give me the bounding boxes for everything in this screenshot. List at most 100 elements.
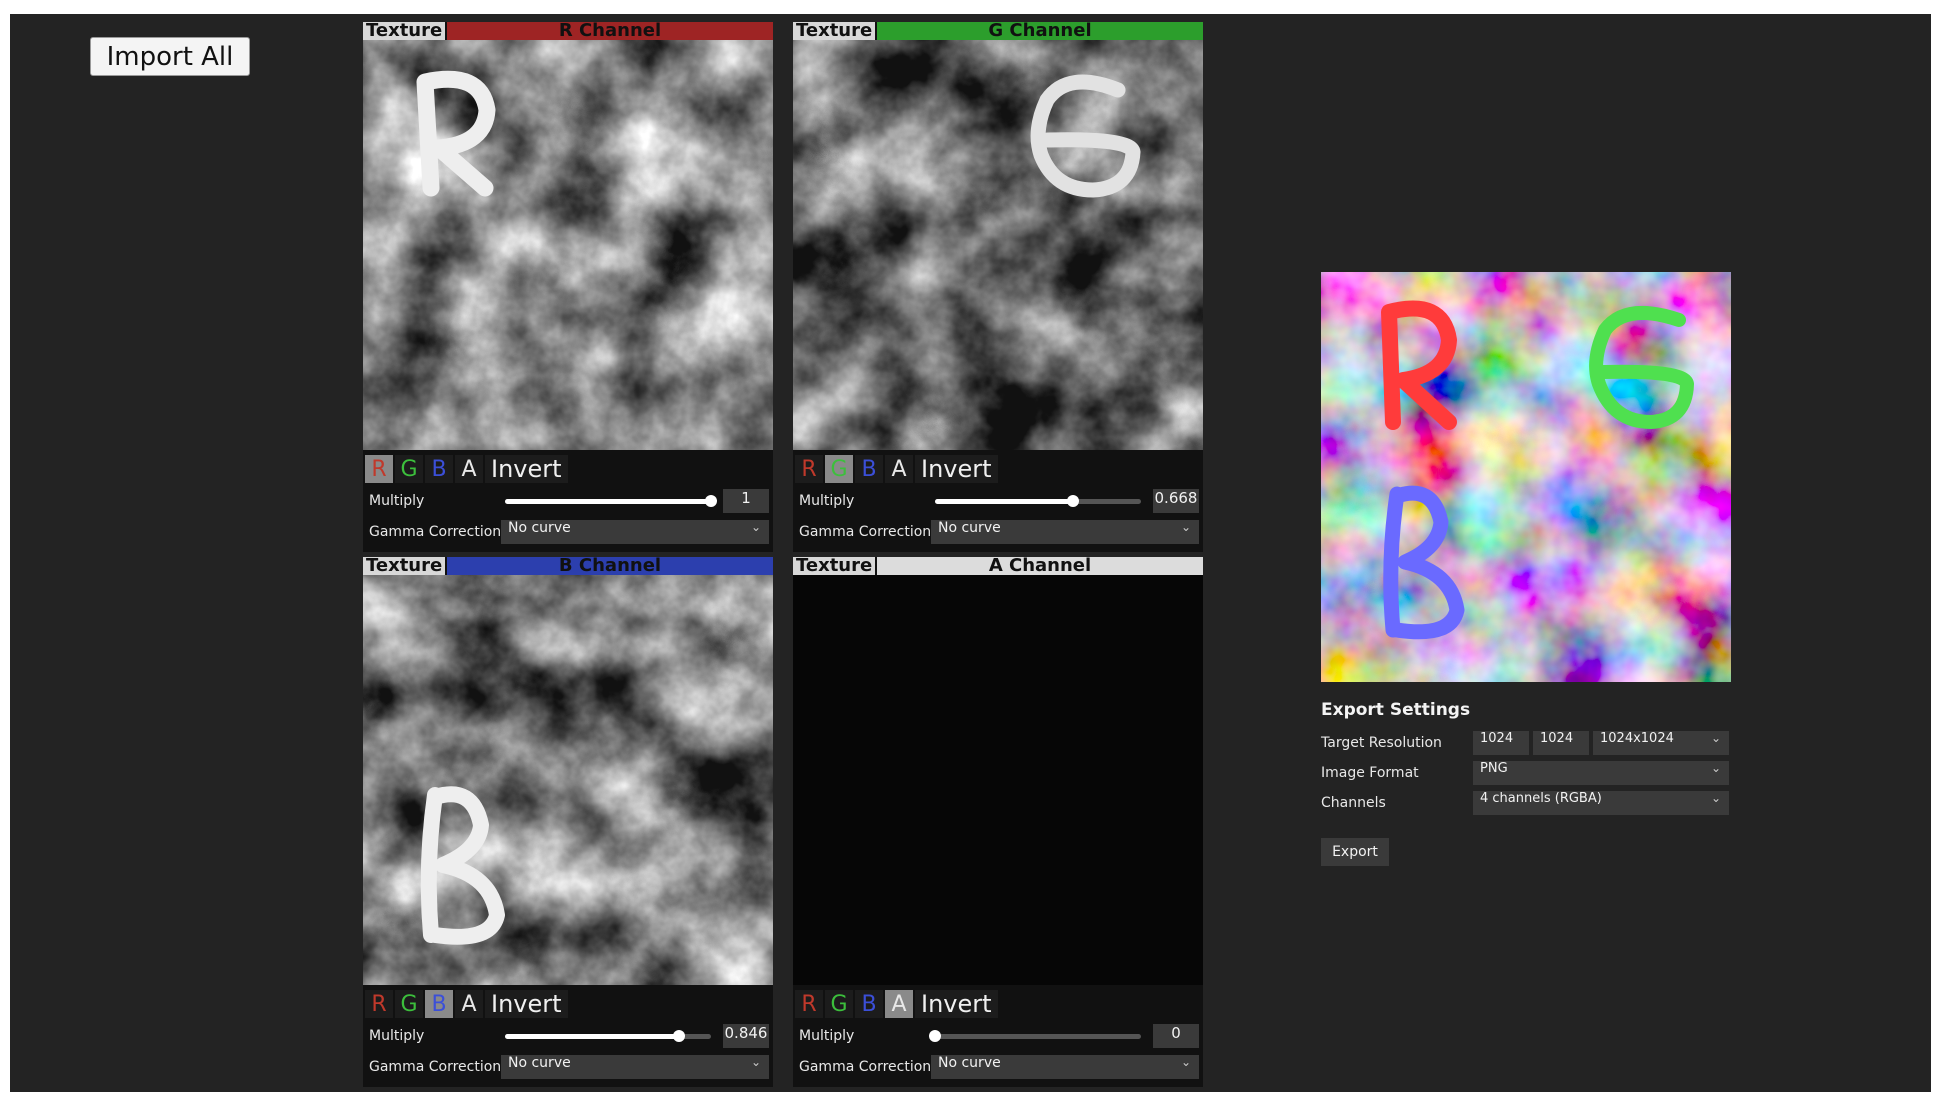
- combined-preview: [1321, 272, 1731, 682]
- toggle-b-button[interactable]: B: [855, 990, 883, 1018]
- multiply-slider-knob[interactable]: [705, 495, 717, 507]
- channel-panel-a: Texture A Channel R G B A Invert Multipl…: [793, 557, 1203, 1087]
- export-button[interactable]: Export: [1321, 838, 1389, 866]
- multiply-slider-fill: [935, 499, 1073, 504]
- toggle-g-button[interactable]: G: [825, 990, 853, 1018]
- panel-header: Texture R Channel: [363, 22, 773, 40]
- chevron-down-icon: ⌄: [1180, 1055, 1191, 1069]
- channel-toggle-row: R G B A Invert: [795, 455, 998, 483]
- toggle-a-button[interactable]: A: [885, 990, 913, 1018]
- resolution-preset-select[interactable]: 1024x1024 ⌄: [1593, 731, 1729, 755]
- toggle-b-button[interactable]: B: [425, 455, 453, 483]
- channel-toggle-row: R G B A Invert: [365, 990, 568, 1018]
- multiply-row: Multiply 0.846: [363, 1023, 773, 1049]
- channel-label: G Channel: [877, 22, 1203, 40]
- gamma-label: Gamma Correction: [799, 1059, 932, 1075]
- texture-label: Texture: [363, 22, 445, 40]
- channels-value: 4 channels (RGBA): [1480, 791, 1602, 806]
- multiply-slider[interactable]: [935, 495, 1141, 507]
- gamma-label: Gamma Correction: [799, 524, 932, 540]
- toggle-r-button[interactable]: R: [365, 455, 393, 483]
- invert-button[interactable]: Invert: [915, 990, 998, 1018]
- multiply-value-field[interactable]: 0: [1153, 1024, 1199, 1048]
- multiply-row: Multiply 0: [793, 1023, 1203, 1049]
- resolution-preset-value: 1024x1024: [1600, 731, 1674, 746]
- chevron-down-icon: ⌄: [1710, 791, 1721, 805]
- gamma-label: Gamma Correction: [369, 524, 502, 540]
- gamma-row: Gamma Correction No curve ⌄: [363, 519, 773, 545]
- toggle-r-button[interactable]: R: [365, 990, 393, 1018]
- multiply-slider[interactable]: [505, 495, 717, 507]
- texture-preview-g[interactable]: [793, 40, 1203, 450]
- image-format-label: Image Format: [1321, 765, 1419, 781]
- gamma-select[interactable]: No curve ⌄: [501, 1055, 769, 1079]
- invert-button[interactable]: Invert: [915, 455, 998, 483]
- gamma-select-value: No curve: [508, 1055, 571, 1071]
- chevron-down-icon: ⌄: [750, 1055, 761, 1069]
- target-resolution-label: Target Resolution: [1321, 735, 1442, 751]
- gamma-select[interactable]: No curve ⌄: [931, 520, 1199, 544]
- toggle-g-button[interactable]: G: [395, 455, 423, 483]
- multiply-slider-fill: [505, 499, 711, 504]
- texture-label: Texture: [793, 22, 875, 40]
- gamma-label: Gamma Correction: [369, 1059, 502, 1075]
- chevron-down-icon: ⌄: [1180, 520, 1191, 534]
- texture-label: Texture: [793, 557, 875, 575]
- multiply-value-field[interactable]: 0.668: [1153, 489, 1199, 513]
- channel-panel-r: Texture R Channel R G B A Invert Multipl…: [363, 22, 773, 552]
- gamma-select[interactable]: No curve ⌄: [931, 1055, 1199, 1079]
- panel-header: Texture G Channel: [793, 22, 1203, 40]
- multiply-slider-knob[interactable]: [1066, 495, 1079, 507]
- gamma-select-value: No curve: [938, 1055, 1001, 1071]
- import-all-button[interactable]: Import All: [90, 37, 250, 76]
- invert-button[interactable]: Invert: [485, 990, 568, 1018]
- toggle-b-button[interactable]: B: [425, 990, 453, 1018]
- channel-toggle-row: R G B A Invert: [365, 455, 568, 483]
- panel-header: Texture A Channel: [793, 557, 1203, 575]
- texture-preview-a[interactable]: [793, 575, 1203, 985]
- texture-preview-b[interactable]: [363, 575, 773, 985]
- toggle-g-button[interactable]: G: [825, 455, 853, 483]
- multiply-label: Multiply: [799, 493, 855, 509]
- multiply-row: Multiply 0.668: [793, 488, 1203, 514]
- multiply-label: Multiply: [369, 493, 425, 509]
- multiply-row: Multiply 1: [363, 488, 773, 514]
- gamma-select[interactable]: No curve ⌄: [501, 520, 769, 544]
- toggle-a-button[interactable]: A: [455, 455, 483, 483]
- toggle-a-button[interactable]: A: [885, 455, 913, 483]
- multiply-slider-knob[interactable]: [673, 1030, 686, 1042]
- resolution-width-field[interactable]: 1024: [1473, 731, 1529, 755]
- target-resolution-row: Target Resolution 1024 1024 1024x1024 ⌄: [1321, 730, 1731, 756]
- toggle-r-button[interactable]: R: [795, 455, 823, 483]
- multiply-label: Multiply: [799, 1028, 855, 1044]
- multiply-slider-knob[interactable]: [929, 1030, 941, 1042]
- gamma-row: Gamma Correction No curve ⌄: [363, 1054, 773, 1080]
- invert-button[interactable]: Invert: [485, 455, 568, 483]
- panel-header: Texture B Channel: [363, 557, 773, 575]
- toggle-r-button[interactable]: R: [795, 990, 823, 1018]
- toggle-g-button[interactable]: G: [395, 990, 423, 1018]
- gamma-row: Gamma Correction No curve ⌄: [793, 1054, 1203, 1080]
- resolution-height-field[interactable]: 1024: [1533, 731, 1589, 755]
- channel-label: R Channel: [447, 22, 773, 40]
- channels-row: Channels 4 channels (RGBA) ⌄: [1321, 790, 1731, 816]
- channel-label: A Channel: [877, 557, 1203, 575]
- image-format-value: PNG: [1480, 761, 1508, 776]
- chevron-down-icon: ⌄: [750, 520, 761, 534]
- channels-label: Channels: [1321, 795, 1386, 811]
- image-format-select[interactable]: PNG ⌄: [1473, 761, 1729, 785]
- texture-preview-r[interactable]: [363, 40, 773, 450]
- multiply-slider-fill: [505, 1034, 680, 1039]
- toggle-a-button[interactable]: A: [455, 990, 483, 1018]
- multiply-value-field[interactable]: 0.846: [723, 1024, 769, 1048]
- chevron-down-icon: ⌄: [1710, 731, 1721, 745]
- image-format-row: Image Format PNG ⌄: [1321, 760, 1731, 786]
- app-window: Import All Texture R Channel R G B A Inv…: [10, 14, 1931, 1092]
- multiply-slider[interactable]: [929, 1030, 1141, 1042]
- export-settings-title: Export Settings: [1321, 700, 1471, 720]
- channel-panel-g: Texture G Channel R G B A Invert Multipl…: [793, 22, 1203, 552]
- toggle-b-button[interactable]: B: [855, 455, 883, 483]
- multiply-value-field[interactable]: 1: [723, 489, 769, 513]
- channels-select[interactable]: 4 channels (RGBA) ⌄: [1473, 791, 1729, 815]
- multiply-slider[interactable]: [505, 1030, 711, 1042]
